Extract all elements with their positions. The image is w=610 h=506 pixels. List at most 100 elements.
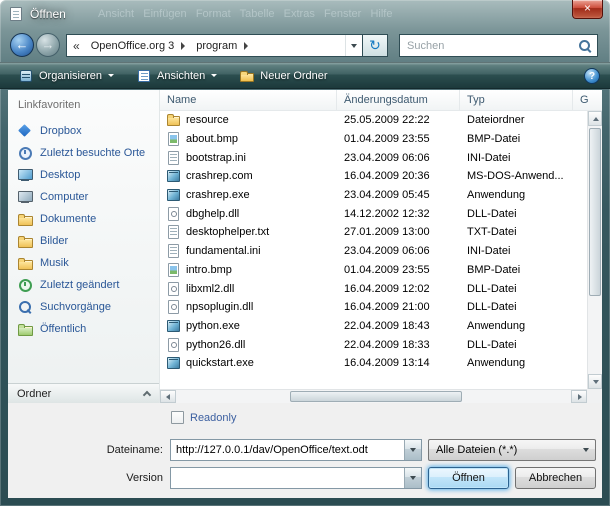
readonly-checkbox[interactable]: [171, 411, 184, 424]
file-type: DLL-Datei: [460, 339, 573, 351]
file-row[interactable]: quickstart.exe 16.04.2009 13:14 Anwendun…: [160, 354, 587, 373]
title-bar[interactable]: Öffnen Ansicht Einfügen Format Tabelle E…: [0, 0, 610, 28]
help-icon[interactable]: ?: [584, 68, 600, 84]
vertical-scroll-thumb[interactable]: [589, 128, 601, 296]
pictures-icon: [17, 233, 33, 249]
file-row[interactable]: crashrep.com 16.04.2009 20:36 MS-DOS-Anw…: [160, 167, 587, 186]
breadcrumb-separator-icon[interactable]: [181, 42, 185, 50]
app-icon: [167, 356, 180, 370]
close-button[interactable]: ×: [572, 0, 603, 19]
sidebar-item-label: Musik: [40, 257, 69, 269]
readonly-option[interactable]: Readonly: [171, 411, 236, 424]
file-row[interactable]: bootstrap.ini 23.04.2009 06:06 INI-Datei: [160, 148, 587, 167]
sidebar-item[interactable]: Zuletzt besuchte Orte: [8, 142, 159, 164]
sidebar-item[interactable]: Öffentlich: [8, 318, 159, 340]
file-row[interactable]: npsoplugin.dll 16.04.2009 21:00 DLL-Date…: [160, 298, 587, 317]
sidebar-item[interactable]: Dropbox: [8, 120, 159, 142]
chevron-down-icon: [410, 476, 416, 480]
toolbar-button-label: Neuer Ordner: [260, 70, 327, 82]
file-row[interactable]: about.bmp 01.04.2009 23:55 BMP-Datei: [160, 130, 587, 149]
dropbox-icon: [17, 123, 33, 139]
filetype-dropdown[interactable]: Alle Dateien (*.*): [428, 439, 596, 461]
sidebar-item-label: Dokumente: [40, 213, 96, 225]
dropdown-caret-icon: [108, 74, 114, 77]
file-date: 14.12.2002 12:32: [337, 208, 460, 220]
vertical-scrollbar[interactable]: [587, 111, 602, 389]
file-name: resource: [186, 114, 229, 126]
column-header-name[interactable]: Name: [160, 90, 337, 110]
file-type: INI-Datei: [460, 245, 573, 257]
file-type: Anwendung: [460, 189, 573, 201]
file-type: INI-Datei: [460, 152, 573, 164]
file-row[interactable]: crashrep.exe 23.04.2009 05:45 Anwendung: [160, 186, 587, 205]
back-button[interactable]: ←: [10, 33, 34, 57]
chevron-down-icon: [410, 448, 416, 452]
toolbar-button[interactable]: Neuer Ordner: [231, 66, 335, 86]
dropdown-caret-icon: [211, 74, 217, 77]
file-row[interactable]: python26.dll 22.04.2009 18:33 DLL-Datei: [160, 335, 587, 354]
sidebar-item[interactable]: Suchvorgänge: [8, 296, 159, 318]
file-name: dbghelp.dll: [186, 208, 239, 220]
file-row[interactable]: intro.bmp 01.04.2009 23:55 BMP-Datei: [160, 261, 587, 280]
cancel-button[interactable]: Abbrechen: [515, 467, 596, 489]
toolbar-button[interactable]: Organisieren: [10, 66, 122, 86]
forward-button[interactable]: →: [36, 33, 60, 57]
txt-icon: [167, 225, 180, 239]
folders-expander[interactable]: Ordner: [8, 383, 159, 403]
file-row[interactable]: desktophelper.txt 27.01.2009 13:00 TXT-D…: [160, 223, 587, 242]
sidebar-item[interactable]: Bilder: [8, 230, 159, 252]
version-dropdown-button[interactable]: [404, 468, 421, 488]
scroll-up-button[interactable]: [588, 111, 602, 126]
sidebar-item[interactable]: Desktop: [8, 164, 159, 186]
filetype-value: Alle Dateien (*.*): [429, 444, 583, 456]
file-row[interactable]: dbghelp.dll 14.12.2002 12:32 DLL-Datei: [160, 204, 587, 223]
horizontal-scrollbar[interactable]: [160, 389, 587, 403]
file-name: intro.bmp: [186, 264, 232, 276]
filename-dropdown-button[interactable]: [404, 440, 421, 460]
window-title: Öffnen: [30, 7, 66, 21]
column-header-size[interactable]: G: [573, 90, 602, 110]
sidebar-item-label: Dropbox: [40, 125, 82, 137]
filename-value[interactable]: http://127.0.0.1/dav/OpenOffice/text.odt: [171, 444, 404, 456]
breadcrumb-segment-label: program: [196, 40, 237, 52]
toolbar-button[interactable]: Ansichten: [128, 66, 225, 86]
file-type: TXT-Datei: [460, 226, 573, 238]
file-row[interactable]: python.exe 22.04.2009 18:43 Anwendung: [160, 317, 587, 336]
breadcrumb-dropdown-button[interactable]: [345, 35, 362, 56]
column-header-type[interactable]: Typ: [460, 90, 573, 110]
version-combobox[interactable]: [170, 467, 422, 489]
sidebar-item[interactable]: Computer: [8, 186, 159, 208]
open-button[interactable]: Öffnen: [428, 467, 509, 489]
file-row[interactable]: resource 25.05.2009 22:22 Dateiordner: [160, 111, 587, 130]
scroll-left-button[interactable]: [160, 390, 176, 403]
sidebar-item[interactable]: Musik: [8, 252, 159, 274]
sidebar-item[interactable]: Dokumente: [8, 208, 159, 230]
refresh-button[interactable]: ↻: [362, 34, 388, 57]
recently-changed-icon: [17, 277, 33, 293]
scrollbar-corner: [587, 389, 602, 403]
file-row[interactable]: libxml2.dll 16.04.2009 12:02 DLL-Datei: [160, 279, 587, 298]
folders-label: Ordner: [17, 388, 51, 400]
filename-combobox[interactable]: http://127.0.0.1/dav/OpenOffice/text.odt: [170, 439, 422, 461]
sidebar-item[interactable]: Zuletzt geändert: [8, 274, 159, 296]
search-icon[interactable]: [577, 38, 593, 54]
ini-icon: [167, 151, 180, 165]
dll-icon: [167, 300, 180, 314]
favorites-header: Linkfavoriten: [8, 90, 159, 113]
scroll-right-button[interactable]: [571, 390, 587, 403]
breadcrumb-segment[interactable]: program: [191, 35, 254, 56]
file-row[interactable]: fundamental.ini 23.04.2009 06:06 INI-Dat…: [160, 242, 587, 261]
breadcrumb[interactable]: « OpenOffice.org 3 program: [66, 34, 363, 57]
horizontal-scroll-thumb[interactable]: [290, 391, 462, 402]
scroll-down-button[interactable]: [588, 374, 602, 389]
breadcrumb-overflow-chevron[interactable]: «: [67, 35, 86, 56]
breadcrumb-separator-icon[interactable]: [244, 42, 248, 50]
file-date: 16.04.2009 13:14: [337, 357, 460, 369]
file-name: npsoplugin.dll: [186, 301, 253, 313]
sidebar-item-label: Suchvorgänge: [40, 301, 111, 313]
breadcrumb-spacer: [254, 35, 345, 56]
column-header-date[interactable]: Änderungsdatum: [337, 90, 460, 110]
search-input[interactable]: Suchen: [399, 34, 598, 57]
documents-icon: [17, 211, 33, 227]
breadcrumb-segment[interactable]: OpenOffice.org 3: [86, 35, 192, 56]
